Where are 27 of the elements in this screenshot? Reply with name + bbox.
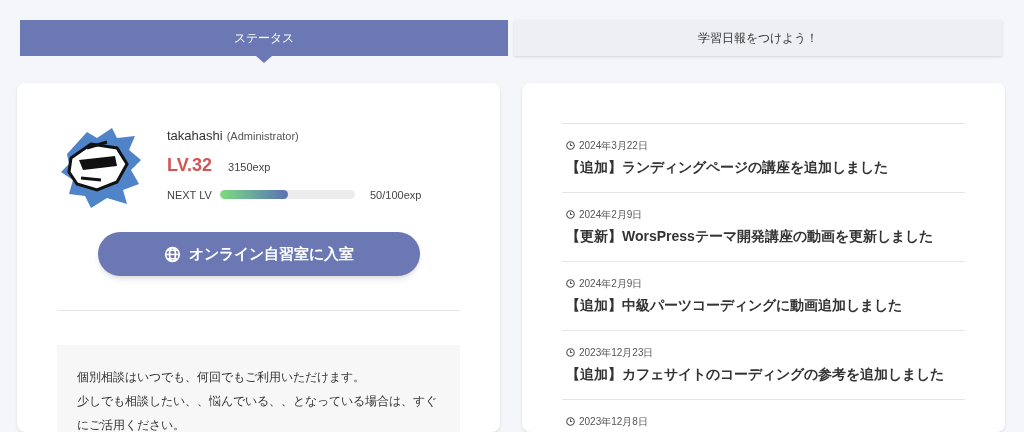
tab[interactable]: ステータス (20, 20, 508, 56)
exp-total: 3150exp (228, 159, 271, 175)
notice-text: 個別相談はいつでも、何回でもご利用いただけます。 (77, 369, 366, 386)
news-title-link[interactable]: 【追加】ランディングページの講座を追加しました (566, 157, 961, 178)
enter-study-room-button[interactable]: オンライン自習室に入室 (97, 232, 420, 276)
news-date: 2023年12月8日 (579, 415, 648, 429)
news-date: 2023年12月23日 (579, 346, 654, 360)
globe-icon (163, 245, 181, 263)
next-level-label: NEXT LV (167, 187, 213, 203)
news-title-link[interactable]: 【更新】WorsPressテーマ開発講座の動画を更新しました (566, 226, 961, 247)
tab[interactable]: 学習日報をつけよう！ (514, 20, 1002, 56)
exp-progress-reading: 50/100exp (370, 187, 422, 203)
clock-icon (566, 348, 575, 357)
clock-icon (566, 210, 575, 219)
username: takahashi (167, 127, 223, 145)
notice-text: 少しでも相談したい、、悩んでいる、、となっている場合は、すぐにご活用ください。 (77, 393, 438, 432)
news-date: 2024年2月9日 (579, 208, 643, 222)
news-date: 2024年3月22日 (579, 139, 648, 153)
level-label: LV.32 (167, 153, 213, 177)
news-title-link[interactable]: 【追加】カフェサイトのコーディングの参考を追加しました (566, 364, 961, 385)
clock-icon (566, 417, 575, 426)
clock-icon (566, 141, 575, 150)
news-title-link[interactable]: 【追加】中級パーツコーディングに動画追加しました (566, 295, 961, 316)
user-role: (Administrator) (226, 129, 299, 144)
news-date: 2024年2月9日 (579, 277, 643, 291)
tab-pointer (256, 56, 272, 63)
clock-icon (566, 279, 575, 288)
